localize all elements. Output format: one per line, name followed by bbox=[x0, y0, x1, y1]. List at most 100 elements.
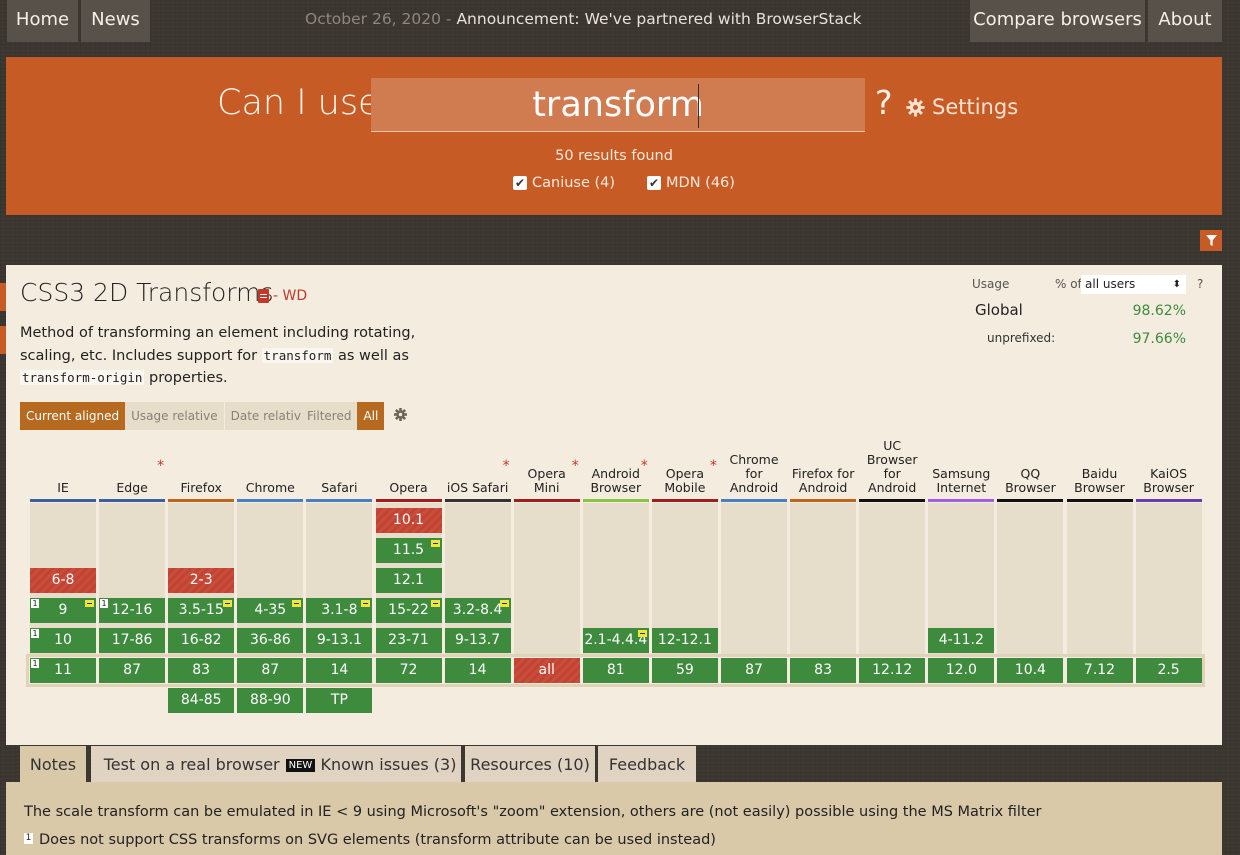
support-cell-supported[interactable]: 14 bbox=[306, 658, 373, 683]
tab-resources[interactable]: Resources (10) bbox=[465, 746, 595, 782]
column-background bbox=[513, 503, 580, 654]
support-cell-supported[interactable]: 16-82 bbox=[168, 628, 235, 653]
support-cell-supported[interactable]: 23-71 bbox=[375, 628, 442, 653]
search-input[interactable] bbox=[371, 78, 865, 132]
tab-test-real-browser[interactable]: Test on a real browser NEW bbox=[91, 746, 328, 782]
support-cell-supported[interactable]: 3.2-8.4 bbox=[444, 598, 511, 623]
support-cell-supported[interactable]: 87 bbox=[99, 658, 166, 683]
support-cell-unsupported[interactable]: all bbox=[513, 658, 580, 683]
announcement-text[interactable]: Announcement: We've partnered with Brows… bbox=[456, 10, 861, 28]
browser-name[interactable]: UC Browser for Android bbox=[859, 435, 925, 495]
table-settings-gear-icon[interactable] bbox=[394, 408, 407, 421]
tab-notes[interactable]: Notes bbox=[20, 746, 86, 782]
browser-name[interactable]: Android Browser bbox=[583, 435, 649, 495]
support-cell-supported[interactable]: 10 1 bbox=[30, 628, 96, 653]
feature-title[interactable]: CSS3 2D Transforms bbox=[20, 278, 274, 307]
support-cell-supported[interactable]: 9-13.7 bbox=[444, 628, 511, 653]
tab-usage-relative[interactable]: Usage relative bbox=[125, 402, 224, 430]
support-cell-supported[interactable]: 3.5-15 bbox=[168, 598, 235, 623]
support-cell-supported[interactable]: 15-22 bbox=[375, 598, 442, 623]
nav-news[interactable]: News bbox=[81, 0, 150, 42]
announcement[interactable]: October 26, 2020 - Announcement: We've p… bbox=[305, 0, 905, 40]
browser-name[interactable]: Opera Mobile bbox=[652, 435, 718, 495]
support-cell-supported[interactable]: 59 bbox=[651, 658, 718, 683]
users-select[interactable]: all users ⬍ bbox=[1081, 275, 1186, 294]
support-cell-supported[interactable]: 4-11.2 bbox=[928, 628, 995, 653]
support-cell-supported[interactable]: 12-16 1 bbox=[99, 598, 166, 623]
version-range: 7.12 bbox=[1083, 662, 1116, 678]
browser-color-bar bbox=[928, 499, 995, 502]
support-cell-supported[interactable]: 81 bbox=[582, 658, 649, 683]
support-cell-supported[interactable]: 12.1 bbox=[375, 568, 442, 593]
support-cell-supported[interactable]: 3.1-8 bbox=[306, 598, 373, 623]
nav-home[interactable]: Home bbox=[7, 0, 78, 42]
search-help-button[interactable]: ? bbox=[875, 83, 893, 122]
support-cell-supported[interactable]: 91 bbox=[30, 598, 96, 623]
tab-all[interactable]: All bbox=[357, 402, 385, 430]
browser-name[interactable]: Opera bbox=[376, 435, 442, 495]
support-cell-supported[interactable]: 83 bbox=[168, 658, 235, 683]
checkbox-checked-icon[interactable]: ✔ bbox=[647, 176, 662, 190]
support-cell-supported[interactable]: 17-86 bbox=[99, 628, 166, 653]
filter-mdn[interactable]: ✔ MDN (46) bbox=[647, 175, 735, 191]
browser-name[interactable]: Samsung Internet bbox=[928, 435, 994, 495]
browser-name[interactable]: Chrome for Android bbox=[721, 435, 787, 495]
support-cell-unsupported[interactable]: 2-3 bbox=[168, 568, 235, 593]
browser-name[interactable]: Safari bbox=[306, 435, 372, 495]
browser-name[interactable]: Baidu Browser bbox=[1067, 435, 1133, 495]
support-cell-supported[interactable]: 4-35 bbox=[237, 598, 304, 623]
browser-name[interactable]: Chrome bbox=[237, 435, 303, 495]
support-cell-supported[interactable]: 36-86 bbox=[237, 628, 304, 653]
support-cell-supported[interactable]: 11 1 bbox=[30, 658, 96, 683]
support-cell-supported[interactable]: 2.5 bbox=[1135, 658, 1202, 683]
tab-current-aligned[interactable]: Current aligned bbox=[20, 402, 126, 430]
version-range: 12.1 bbox=[392, 572, 425, 588]
browser-name[interactable]: Opera Mini bbox=[514, 435, 580, 495]
support-cell-supported[interactable]: 84-85 bbox=[168, 688, 235, 713]
filter-funnel-button[interactable] bbox=[1200, 230, 1222, 251]
support-cell-supported[interactable]: 9-13.1 bbox=[306, 628, 373, 653]
spec-status-link[interactable]: - WD bbox=[258, 288, 307, 304]
support-cell-supported[interactable]: 12.0 bbox=[928, 658, 995, 683]
version-range: 4-11.2 bbox=[938, 632, 984, 648]
support-cell-supported[interactable]: 14 bbox=[444, 658, 511, 683]
support-cell-supported[interactable]: 10.4 bbox=[997, 658, 1064, 683]
browser-color-bar bbox=[1135, 499, 1202, 502]
filter-caniuse[interactable]: ✔ Caniuse (4) bbox=[513, 175, 615, 191]
support-cell-supported[interactable]: 11.5 bbox=[375, 538, 442, 563]
support-cell-supported[interactable]: 87 bbox=[721, 658, 787, 683]
usage-help-button[interactable]: ? bbox=[1197, 277, 1203, 291]
support-cell-supported[interactable]: 7.12 bbox=[1066, 658, 1133, 683]
browser-name[interactable]: Firefox for Android bbox=[790, 435, 856, 495]
support-cell-supported[interactable]: 12.12 bbox=[859, 658, 926, 683]
tab-feedback[interactable]: Feedback bbox=[598, 746, 696, 782]
support-cell-supported[interactable]: 12-12.1 bbox=[651, 628, 718, 653]
support-cell-supported[interactable]: TP bbox=[306, 688, 373, 713]
nav-about[interactable]: About bbox=[1148, 0, 1222, 42]
support-cell-supported[interactable]: 83 bbox=[790, 658, 857, 683]
nav-compare-browsers[interactable]: Compare browsers bbox=[970, 0, 1145, 42]
browser-name[interactable]: Firefox bbox=[168, 435, 234, 495]
tab-filtered[interactable]: Filtered bbox=[301, 402, 358, 430]
support-cell-unsupported[interactable]: 10.1 bbox=[375, 508, 442, 533]
unprefixed-label: unprefixed: bbox=[987, 331, 1056, 345]
browser-color-bar bbox=[721, 499, 787, 502]
support-cell-unsupported[interactable]: 6-8 bbox=[30, 568, 96, 593]
support-cell-supported[interactable]: 87 bbox=[237, 658, 304, 683]
browser-name[interactable]: iOS Safari bbox=[445, 435, 511, 495]
settings-button[interactable]: Settings bbox=[906, 95, 1018, 119]
browser-name[interactable]: KaiOS Browser bbox=[1136, 435, 1202, 495]
tab-known-issues[interactable]: Known issues (3) bbox=[316, 746, 461, 782]
pct-of-label: % of bbox=[1055, 277, 1082, 291]
support-cell-supported[interactable]: 2.1-4.4.4 bbox=[582, 628, 649, 653]
support-cell-supported[interactable]: 88-90 bbox=[237, 688, 304, 713]
checkbox-checked-icon[interactable]: ✔ bbox=[513, 176, 527, 190]
prefix-flag-icon bbox=[499, 600, 509, 607]
support-cell-supported[interactable]: 72 bbox=[375, 658, 442, 683]
browser-name[interactable]: Edge bbox=[99, 435, 165, 495]
browser-name[interactable]: IE bbox=[30, 435, 96, 495]
version-range: 72 bbox=[399, 662, 418, 678]
top-nav: Home News October 26, 2020 - Announcemen… bbox=[0, 0, 1240, 43]
browser-name[interactable]: QQ Browser bbox=[997, 435, 1063, 495]
version-range: 83 bbox=[814, 662, 832, 678]
